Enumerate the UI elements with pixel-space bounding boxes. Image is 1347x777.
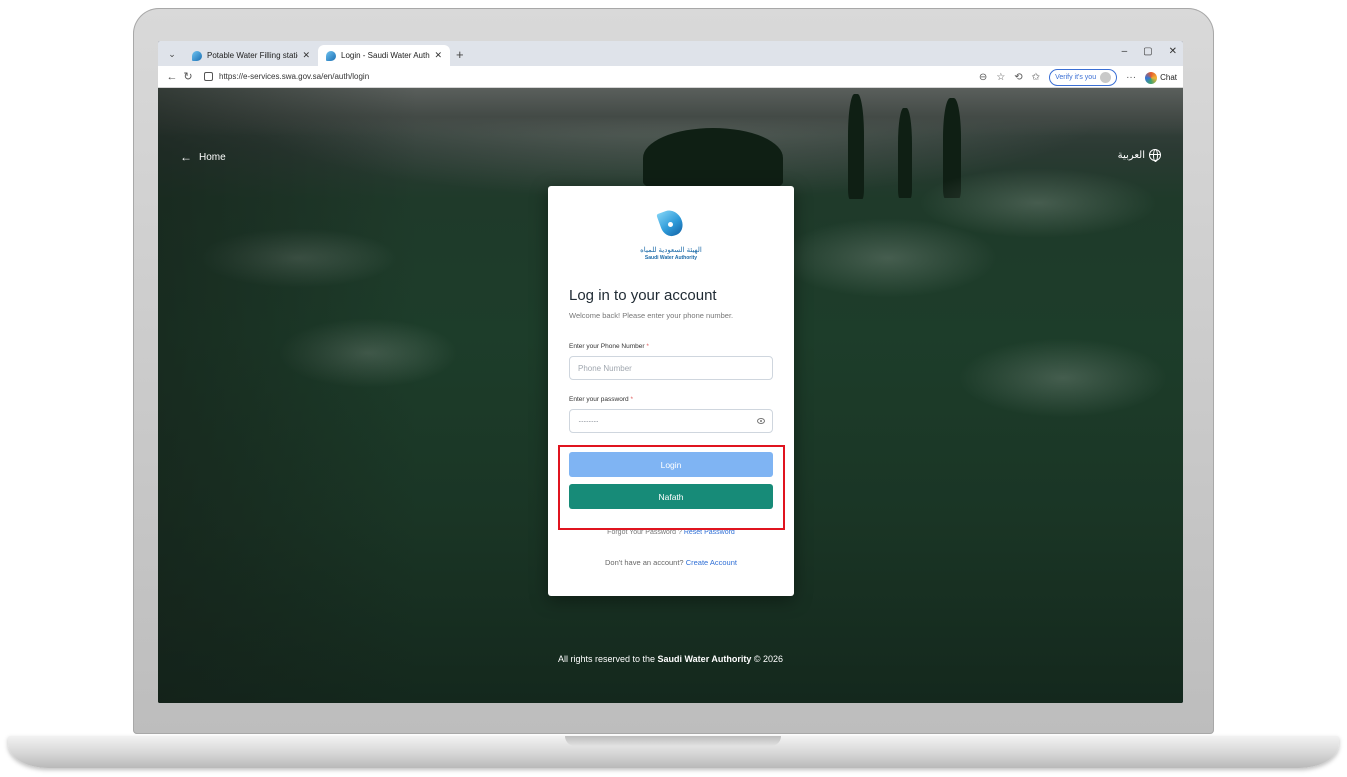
forgot-password-row: Forgot Your Password ? Reset Password <box>548 529 794 536</box>
password-mask: ············ <box>578 416 599 426</box>
password-label: Enter your password * <box>569 396 633 403</box>
maximize-icon[interactable]: ▢ <box>1143 46 1152 57</box>
tab-title: Potable Water Filling station (Prod <box>207 51 298 60</box>
browser-tab-bar: ⌄ Potable Water Filling station (Prod ✕ … <box>158 41 1183 66</box>
tree-decoration <box>848 94 864 199</box>
phone-number-input[interactable]: Phone Number <box>569 356 773 380</box>
laptop-screen: ⌄ Potable Water Filling station (Prod ✕ … <box>158 41 1183 703</box>
close-window-icon[interactable]: ✕ <box>1169 46 1177 57</box>
page-footer: All rights reserved to the Saudi Water A… <box>158 654 1183 664</box>
tree-decoration <box>643 128 783 188</box>
arrow-left-icon: ← <box>180 150 192 164</box>
tab-title: Login - Saudi Water Authority <box>341 51 430 60</box>
favorites-icon[interactable]: ✩ <box>1032 72 1040 83</box>
avatar-icon <box>1100 72 1112 83</box>
globe-icon <box>1149 149 1161 162</box>
footer-copyright: © 2026 <box>753 654 784 664</box>
login-page-background: ← Home العربية الهيئة السعودية للمياه Sa… <box>158 88 1183 703</box>
language-switch[interactable]: العربية <box>1117 149 1161 162</box>
verify-profile-button[interactable]: Verify it's you <box>1049 69 1118 86</box>
minimize-icon[interactable]: – <box>1122 46 1128 57</box>
verify-label: Verify it's you <box>1055 74 1097 81</box>
sprinkler-decoration <box>918 168 1158 238</box>
phone-placeholder: Phone Number <box>578 363 632 373</box>
copilot-icon <box>1145 71 1158 84</box>
window-controls: – ▢ ✕ <box>1122 46 1177 57</box>
language-label: العربية <box>1117 149 1145 161</box>
copilot-chat-button[interactable]: Chat <box>1145 71 1177 84</box>
reload-icon[interactable]: ↻ <box>180 70 196 83</box>
create-account-row: Don't have an account? Create Account <box>548 558 794 567</box>
create-account-link[interactable]: Create Account <box>686 558 737 567</box>
required-mark: * <box>646 343 649 350</box>
swa-logo: الهيئة السعودية للمياه Saudi Water Autho… <box>548 207 794 261</box>
required-mark: * <box>630 396 633 403</box>
back-icon[interactable]: ← <box>164 71 180 83</box>
home-link[interactable]: ← Home <box>180 150 226 164</box>
footer-prefix: All rights reserved to the <box>557 654 655 664</box>
forgot-text: Forgot Your Password ? <box>607 529 682 536</box>
laptop-notch <box>565 736 781 746</box>
zoom-icon[interactable]: ⊖ <box>979 72 987 83</box>
more-menu-icon[interactable]: ··· <box>1126 72 1136 83</box>
url-field[interactable]: https://e-services.swa.gov.sa/en/auth/lo… <box>204 72 369 81</box>
tree-decoration <box>898 108 912 198</box>
phone-label-text: Enter your Phone Number <box>569 343 645 350</box>
chat-label: Chat <box>1160 73 1177 82</box>
home-label: Home <box>199 151 226 163</box>
toolbar-actions: ⊖ ☆ ⟲ ✩ Verify it's you ··· Chat <box>979 69 1177 86</box>
swa-drop-icon <box>656 207 686 240</box>
highlight-box <box>558 445 785 530</box>
brand-name-en: Saudi Water Authority <box>644 255 698 261</box>
footer-org: Saudi Water Authority <box>657 654 752 664</box>
login-card: الهيئة السعودية للمياه Saudi Water Autho… <box>548 186 794 596</box>
close-icon[interactable]: ✕ <box>434 50 442 61</box>
sprinkler-decoration <box>958 338 1168 418</box>
password-input[interactable]: ············ <box>569 409 773 433</box>
password-label-text: Enter your password <box>569 396 629 403</box>
page-title: Log in to your account <box>569 287 717 304</box>
tab-search-icon[interactable]: ⌄ <box>164 46 180 62</box>
tab-login[interactable]: Login - Saudi Water Authority ✕ <box>318 45 450 66</box>
brand-name-ar: الهيئة السعودية للمياه <box>640 247 702 254</box>
no-account-text: Don't have an account? <box>605 558 684 567</box>
new-tab-icon[interactable]: + <box>456 47 464 63</box>
close-icon[interactable]: ✕ <box>302 50 310 61</box>
phone-label: Enter your Phone Number * <box>569 343 649 350</box>
reset-password-link[interactable]: Reset Password <box>684 529 735 536</box>
swa-favicon-icon <box>192 50 202 61</box>
page-subtitle: Welcome back! Please enter your phone nu… <box>569 311 734 320</box>
bookmark-star-icon[interactable]: ☆ <box>996 72 1005 83</box>
browser-address-bar: ← ↻ https://e-services.swa.gov.sa/en/aut… <box>158 66 1183 88</box>
extensions-icon[interactable]: ⟲ <box>1014 72 1022 83</box>
show-password-icon[interactable] <box>757 418 765 424</box>
background-shade <box>158 88 418 703</box>
swa-favicon-icon <box>326 50 336 61</box>
url-text: https://e-services.swa.gov.sa/en/auth/lo… <box>219 72 370 81</box>
tab-potable-water[interactable]: Potable Water Filling station (Prod ✕ <box>184 45 318 66</box>
site-info-icon[interactable] <box>204 72 213 81</box>
